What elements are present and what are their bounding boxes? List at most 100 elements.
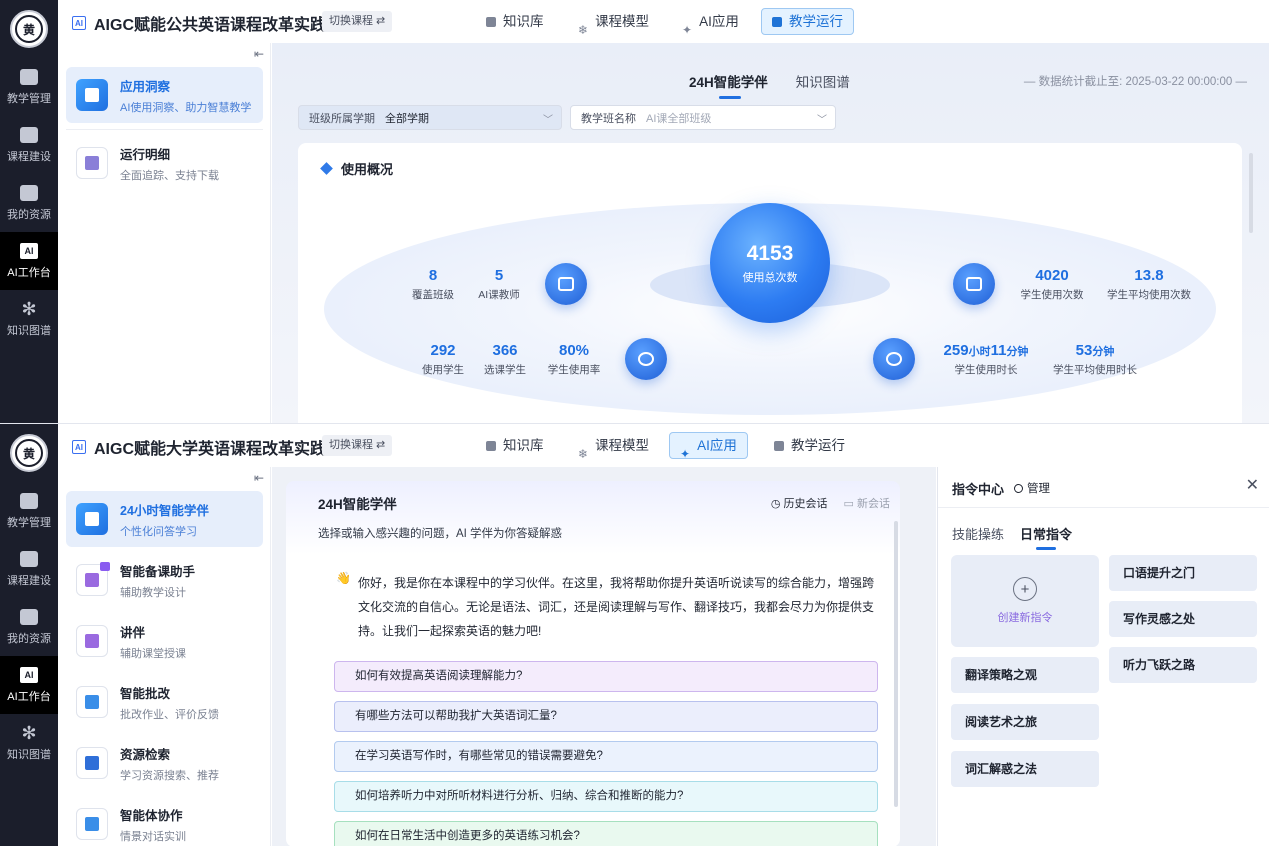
stat-label: 学生使用率 bbox=[547, 364, 601, 376]
tab-teaching-operation[interactable]: 教学运行 bbox=[761, 8, 854, 35]
university-logo: 黄 bbox=[10, 10, 48, 48]
switch-course-button[interactable]: 切换课程 ⇄ bbox=[322, 435, 393, 456]
image-icon bbox=[20, 492, 38, 509]
rail-item-knowledge-graph[interactable]: ✻ 知识图谱 bbox=[0, 714, 58, 772]
sidebar-item-title: 智能体协作 bbox=[120, 808, 183, 823]
stat-label: 选课学生 bbox=[484, 364, 526, 376]
tab-knowledge-base[interactable]: 知识库 bbox=[476, 8, 554, 35]
stat-value: 8 bbox=[428, 267, 438, 284]
history-button[interactable]: ◷ 历史会话 bbox=[771, 495, 828, 511]
class-filter[interactable]: 教学班名称 AI课全部班级 ﹀ bbox=[570, 105, 836, 130]
sidebar-item-lesson-prep[interactable]: 智能备课助手 辅助教学设计 bbox=[66, 552, 263, 608]
snowflake-icon: ❄ bbox=[578, 446, 589, 461]
suggested-question[interactable]: 如何在日常生活中创造更多的英语练习机会? bbox=[334, 821, 878, 846]
suggested-question[interactable]: 如何培养听力中对所听材料进行分析、归纳、综合和推断的能力? bbox=[334, 781, 878, 812]
suggested-question[interactable]: 在学习英语写作时，有哪些常见的错误需要避免? bbox=[334, 741, 878, 772]
tab-label: 知识库 bbox=[503, 438, 544, 453]
suggested-question[interactable]: 如何有效提高英语阅读理解能力? bbox=[334, 661, 878, 692]
tab-label: 教学运行 bbox=[789, 14, 843, 29]
scrollbar[interactable] bbox=[1249, 153, 1253, 233]
rail-item-course-building[interactable]: 课程建设 bbox=[0, 540, 58, 598]
panel-tabs: 技能操练 日常指令 bbox=[952, 524, 1072, 550]
tab-ai-app[interactable]: ✦ AI应用 bbox=[672, 8, 749, 37]
screenshot-ai-application: 黄 教学管理 课程建设 我的资源 AI AI工作台 ✻ 知识图谱 AI AIGC赋能大… bbox=[0, 423, 1269, 846]
divider bbox=[938, 507, 1269, 508]
command-item[interactable]: 口语提升之门 bbox=[1109, 555, 1257, 591]
create-command-button[interactable]: + 创建新指令 bbox=[951, 555, 1099, 647]
tab-course-model[interactable]: ❄ 课程模型 bbox=[568, 8, 659, 37]
stat-avg-time: 53分钟 学生平均使用时长 bbox=[1050, 342, 1140, 377]
tab-ai-app[interactable]: ✦ AI应用 bbox=[669, 432, 748, 461]
trend-icon bbox=[953, 263, 995, 305]
new-chat-button[interactable]: ▭ 新会话 bbox=[844, 495, 890, 511]
sidebar-item-desc: 辅助教学设计 bbox=[120, 586, 186, 599]
teacher-icon bbox=[545, 263, 587, 305]
sidebar-item-agent-collab[interactable]: 智能体协作情景对话实训 bbox=[66, 796, 263, 846]
student-icon bbox=[625, 338, 667, 380]
course-title: AIGC赋能公共英语课程改革实践 bbox=[94, 17, 327, 34]
sidebar-item-run-details[interactable]: 运行明细 全面追踪、支持下载 bbox=[66, 135, 263, 191]
rail-item-my-resources[interactable]: 我的资源 bbox=[0, 598, 58, 656]
collapse-icon[interactable]: ⇤ bbox=[254, 47, 264, 61]
collapse-icon[interactable]: ⇤ bbox=[254, 471, 264, 485]
semester-filter[interactable]: 班级所属学期 全部学期 ﹀ bbox=[298, 105, 562, 130]
switch-course-button[interactable]: 切换课程 ⇄ bbox=[322, 11, 393, 32]
rail-label: 课程建设 bbox=[7, 574, 51, 587]
rail-item-teaching-management[interactable]: 教学管理 bbox=[0, 58, 58, 116]
graph-icon: ✻ bbox=[21, 298, 37, 319]
command-item[interactable]: 听力飞跃之路 bbox=[1109, 647, 1257, 683]
total-usage-circle: 4153 使用总次数 bbox=[710, 203, 830, 323]
filter-value: 全部学期 bbox=[385, 112, 429, 125]
chat-subtitle: 选择或输入感兴趣的问题，AI 学伴为你答疑解惑 bbox=[318, 528, 563, 540]
sidebar-item-desc: 个性化问答学习 bbox=[120, 525, 197, 538]
minutes-value: 53 bbox=[1075, 342, 1093, 359]
stat-label: 学生平均使用时长 bbox=[1053, 364, 1137, 376]
subtab-knowledge-graph[interactable]: 知识图谱 bbox=[796, 71, 850, 91]
scrollbar[interactable] bbox=[894, 521, 898, 807]
rail-item-ai-workbench[interactable]: AI AI工作台 bbox=[0, 232, 58, 290]
stat-label: 使用学生 bbox=[422, 364, 464, 376]
filter-placeholder: AI课全部班级 bbox=[646, 112, 712, 125]
subtab-24h-companion[interactable]: 24H智能学伴 bbox=[689, 71, 768, 99]
sparkle-icon: ✦ bbox=[682, 22, 693, 37]
tab-course-model[interactable]: ❄ 课程模型 bbox=[568, 432, 659, 461]
sidebar-item-resource-search[interactable]: 资源检索 学习资源搜索、推荐 bbox=[66, 735, 263, 791]
tab-knowledge-base[interactable]: 知识库 bbox=[476, 432, 554, 459]
stat-value: 292 bbox=[430, 342, 456, 359]
stat-label: 学生使用时长 bbox=[954, 364, 1018, 376]
assistant-intro: 你好，我是你在本课程中的学习伙伴。在这里，我将帮助你提升英语听说读写的综合能力，… bbox=[358, 576, 875, 638]
chevron-down-icon: ﹀ bbox=[543, 115, 553, 126]
sidebar-item-smart-grading[interactable]: 智能批改 批改作业、评价反馈 bbox=[66, 674, 263, 730]
stat-students-enrolled: 366 选课学生 bbox=[478, 342, 532, 377]
total-usage-label: 使用总次数 bbox=[742, 271, 798, 284]
close-icon[interactable]: ✕ bbox=[1246, 475, 1259, 495]
rail-item-knowledge-graph[interactable]: ✻ 知识图谱 bbox=[0, 290, 58, 348]
rail-item-my-resources[interactable]: 我的资源 bbox=[0, 174, 58, 232]
manage-label: 管理 bbox=[1027, 483, 1050, 495]
logo-text: 黄 bbox=[15, 15, 43, 43]
tab-skill-drills[interactable]: 技能操练 bbox=[952, 524, 1004, 543]
rail-item-course-building[interactable]: 课程建设 bbox=[0, 116, 58, 174]
rail-label: 教学管理 bbox=[7, 516, 51, 529]
sidebar-item-24h-companion[interactable]: 24小时智能学伴 个性化问答学习 bbox=[66, 491, 263, 547]
command-item[interactable]: 翻译策略之观 bbox=[951, 657, 1099, 693]
tab-daily-commands[interactable]: 日常指令 bbox=[1020, 524, 1072, 550]
stat-student-uses: 4020 学生使用次数 bbox=[1016, 267, 1088, 302]
rail-item-teaching-management[interactable]: 教学管理 bbox=[0, 482, 58, 540]
top-bar: AI AIGC赋能大学英语课程改革实践 切换课程 ⇄ 知识库 ❄ 课程模型 ✦ AI应… bbox=[58, 424, 1269, 467]
suggested-question[interactable]: 有哪些方法可以帮助我扩大英语词汇量? bbox=[334, 701, 878, 732]
stat-value: 4020 bbox=[1035, 267, 1069, 284]
sidebar-item-title: 应用洞察 bbox=[120, 79, 171, 94]
layers-icon bbox=[76, 747, 108, 779]
sidebar-item-lecture-companion[interactable]: 讲伴 辅助课堂授课 bbox=[66, 613, 263, 669]
manage-button[interactable]: 管理 bbox=[1014, 480, 1050, 496]
rail-item-ai-workbench[interactable]: AI AI工作台 bbox=[0, 656, 58, 714]
command-item[interactable]: 阅读艺术之旅 bbox=[951, 704, 1099, 740]
tab-teaching-operation[interactable]: 教学运行 bbox=[764, 432, 855, 459]
sidebar-item-app-insight[interactable]: 应用洞察 AI使用洞察、助力智慧教学 bbox=[66, 67, 263, 123]
book-icon bbox=[20, 126, 38, 143]
sidebar-item-desc: 情景对话实训 bbox=[120, 830, 186, 843]
ai-tag-icon bbox=[100, 562, 110, 571]
command-item[interactable]: 词汇解惑之法 bbox=[951, 751, 1099, 787]
command-item[interactable]: 写作灵感之处 bbox=[1109, 601, 1257, 637]
